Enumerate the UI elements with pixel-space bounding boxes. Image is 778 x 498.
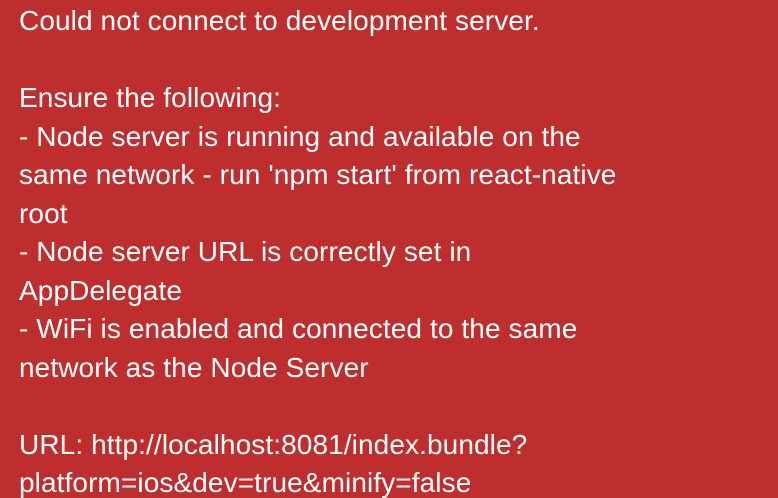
instruction-item-url-line-1: - Node server URL is correctly set in: [19, 236, 472, 267]
error-message: Could not connect to development server.…: [19, 2, 764, 498]
instruction-item-url-line-2: AppDelegate: [19, 274, 183, 306]
error-screen: Could not connect to development server.…: [0, 0, 778, 498]
instructions-heading: Ensure the following:: [19, 82, 282, 113]
instruction-item-node-server-line-2: same network - run 'npm start' from reac…: [19, 159, 617, 190]
instruction-item-wifi-line-2: network as the Node Server: [19, 351, 369, 383]
bundle-url-line-2: platform=ios&dev=true&minify=false: [19, 467, 472, 498]
error-title: Could not connect to development server.: [19, 5, 540, 36]
bundle-url-line-1: URL: http://localhost:8081/index.bundle?: [19, 428, 528, 460]
spacer-line: [19, 387, 764, 426]
instruction-item-node-server-line-1: - Node server is running and available o…: [19, 120, 581, 152]
instruction-item-node-server-line-3: root: [19, 197, 68, 229]
instruction-item-wifi-line-1: - WiFi is enabled and connected to the s…: [19, 313, 578, 344]
spacer-line: [19, 41, 764, 80]
